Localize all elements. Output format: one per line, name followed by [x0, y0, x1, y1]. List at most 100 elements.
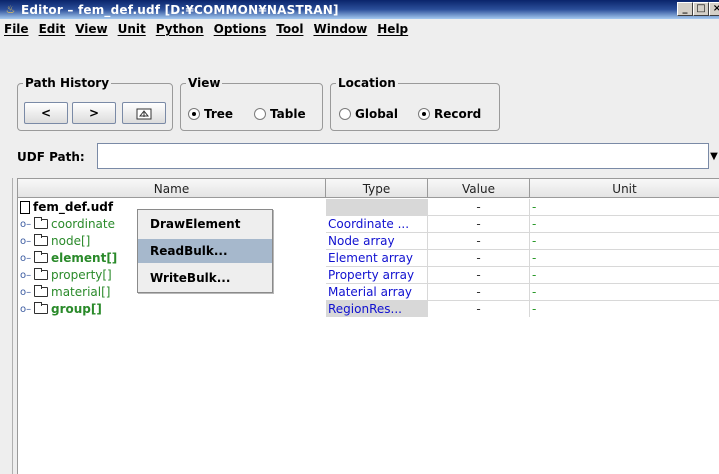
expand-handle-icon[interactable]: o– [20, 270, 32, 281]
folder-icon [34, 285, 48, 297]
close-icon[interactable]: × [709, 2, 719, 16]
menu-help[interactable]: Help [377, 22, 408, 36]
menu-window[interactable]: Window [313, 22, 367, 36]
menu-item-read-bulk[interactable]: ReadBulk... [138, 239, 272, 263]
table-row[interactable]: o– node[] Node array - - [18, 233, 719, 249]
menu-bar: File Edit View Unit Python Options Tool … [0, 19, 719, 39]
name-cell: o– group[] [20, 301, 326, 317]
folder-icon [34, 217, 48, 229]
row-name: coordinate [51, 217, 116, 231]
menu-file[interactable]: File [4, 22, 29, 36]
radio-selected-icon [188, 108, 200, 120]
menu-unit[interactable]: Unit [118, 22, 146, 36]
radio-unselected-icon [254, 108, 266, 120]
value-cell: - [428, 250, 530, 266]
row-name: material[] [51, 285, 111, 299]
location-record-label: Record [434, 107, 482, 121]
udf-path-label: UDF Path: [17, 150, 85, 164]
row-name: property[] [51, 268, 112, 282]
unit-cell: - [532, 285, 537, 299]
type-cell: Element array [326, 250, 428, 266]
column-header-type[interactable]: Type [326, 179, 428, 198]
editor-window: ♨ Editor – fem_def.udf [D:¥COMMON¥NASTRA… [0, 0, 719, 474]
menu-edit[interactable]: Edit [39, 22, 66, 36]
menu-view[interactable]: View [75, 22, 107, 36]
forward-button[interactable]: > [72, 102, 116, 124]
udf-tree-table: Name Type Value Unit fem_def.udf - - o– … [17, 178, 719, 474]
type-cell: Coordinate ... [326, 216, 428, 232]
folder-icon [34, 251, 48, 263]
type-cell: Material array [326, 284, 428, 300]
folder-icon [34, 268, 48, 280]
minimize-icon[interactable]: _ [677, 2, 693, 16]
column-header-value[interactable]: Value [428, 179, 530, 198]
table-row[interactable]: o– coordinate Coordinate ... - - [18, 216, 719, 232]
window-controls: _ □ × [677, 2, 719, 16]
document-icon [20, 200, 30, 214]
maximize-icon[interactable]: □ [693, 2, 709, 16]
window-title: Editor – fem_def.udf [D:¥COMMON¥NASTRAN] [21, 2, 339, 17]
view-legend: View [186, 76, 223, 90]
chevron-down-icon[interactable]: ▼ [704, 143, 719, 169]
expand-handle-icon[interactable]: o– [20, 253, 32, 264]
column-header-name[interactable]: Name [18, 179, 326, 198]
menu-item-write-bulk[interactable]: WriteBulk... [138, 266, 272, 290]
view-table-radio[interactable]: Table [254, 107, 306, 121]
value-cell: - [428, 267, 530, 283]
menu-options[interactable]: Options [214, 22, 267, 36]
folder-up-icon [136, 108, 152, 120]
unit-cell: - [532, 234, 537, 248]
unit-cell: - [532, 217, 537, 231]
unit-cell: - [532, 268, 537, 282]
row-name: group[] [51, 302, 102, 316]
expand-handle-icon[interactable]: o– [20, 287, 32, 298]
folder-icon [34, 302, 48, 314]
unit-cell: - [532, 251, 537, 265]
location-global-label: Global [355, 107, 399, 121]
value-cell: - [428, 233, 530, 249]
path-history-legend: Path History [23, 76, 112, 90]
unit-cell: - [532, 302, 537, 316]
root-name: fem_def.udf [33, 200, 114, 214]
location-legend: Location [336, 76, 398, 90]
view-tree-radio[interactable]: Tree [188, 107, 233, 121]
view-table-label: Table [270, 107, 306, 121]
value-cell: - [428, 199, 530, 215]
title-bar[interactable]: ♨ Editor – fem_def.udf [D:¥COMMON¥NASTRA… [0, 0, 719, 19]
expand-handle-icon[interactable]: o– [20, 219, 32, 230]
value-cell: - [428, 301, 530, 317]
unit-cell: - [532, 200, 537, 214]
menu-item-draw-element[interactable]: DrawElement [138, 212, 272, 236]
row-name: element[] [51, 251, 118, 265]
radio-selected-icon [418, 108, 430, 120]
column-header-unit[interactable]: Unit [530, 179, 719, 198]
table-row[interactable]: o– element[] Element array - - [18, 250, 719, 266]
table-header: Name Type Value Unit [18, 179, 719, 198]
java-app-icon: ♨ [5, 3, 16, 16]
view-tree-label: Tree [204, 107, 234, 121]
table-row[interactable]: o– group[] RegionRes... - - [18, 301, 719, 317]
udf-path-input[interactable] [97, 143, 709, 169]
value-cell: - [428, 284, 530, 300]
location-record-radio[interactable]: Record [418, 107, 481, 121]
location-global-radio[interactable]: Global [339, 107, 398, 121]
go-up-button[interactable] [122, 102, 166, 124]
type-cell: Node array [326, 233, 428, 249]
radio-unselected-icon [339, 108, 351, 120]
table-row[interactable]: o– property[] Property array - - [18, 267, 719, 283]
type-cell [326, 199, 428, 215]
expand-handle-icon[interactable]: o– [20, 304, 32, 315]
context-menu: DrawElement ReadBulk... WriteBulk... [137, 209, 273, 293]
folder-icon [34, 234, 48, 246]
menu-tool[interactable]: Tool [276, 22, 303, 36]
row-name: node[] [51, 234, 91, 248]
menu-python[interactable]: Python [156, 22, 204, 36]
left-panel-border [12, 178, 13, 474]
value-cell: - [428, 216, 530, 232]
back-button[interactable]: < [24, 102, 68, 124]
type-cell: Property array [326, 267, 428, 283]
type-cell: RegionRes... [326, 301, 428, 317]
table-row-root[interactable]: fem_def.udf - - [18, 199, 719, 215]
expand-handle-icon[interactable]: o– [20, 236, 32, 247]
table-row[interactable]: o– material[] Material array - - [18, 284, 719, 300]
